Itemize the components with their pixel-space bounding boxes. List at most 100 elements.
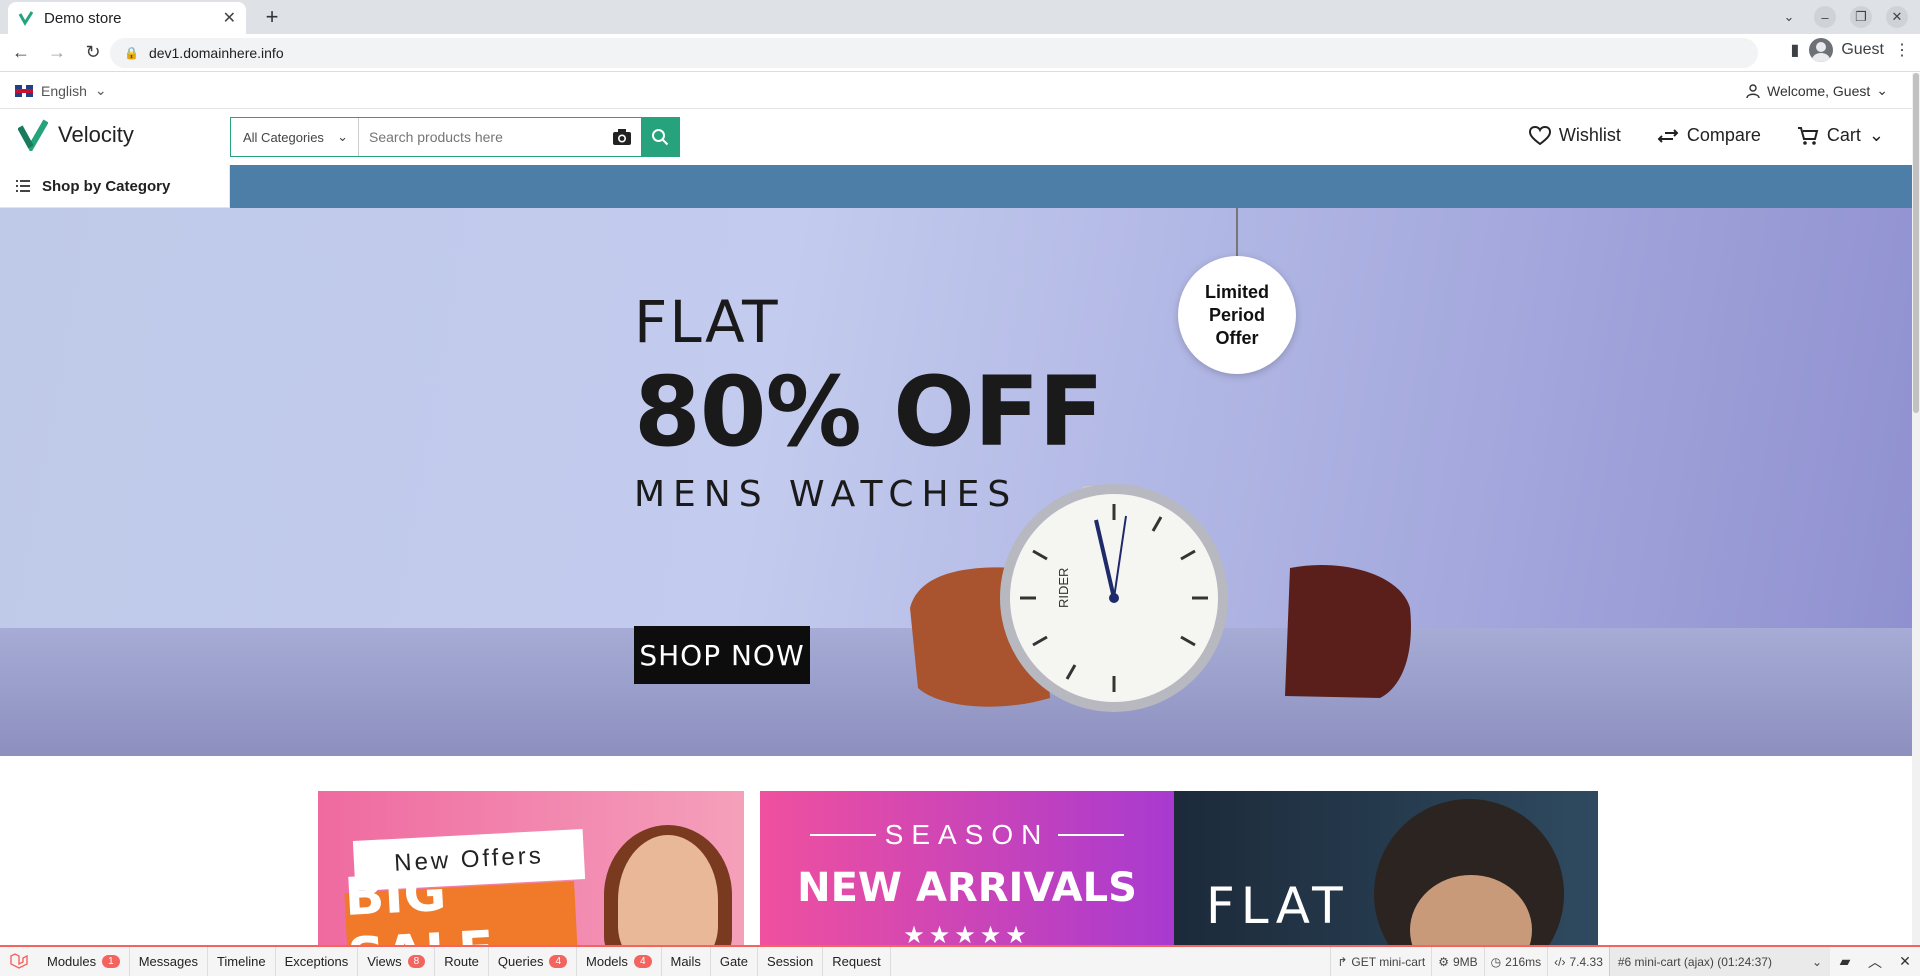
address-bar[interactable]: 🔒 dev1.domainhere.info <box>110 38 1758 68</box>
browser-tab[interactable]: Demo store ✕ <box>8 2 246 34</box>
top-utility-bar: English ⌄ Welcome, Guest ⌄ <box>0 73 1912 109</box>
velocity-logo-icon <box>18 119 48 151</box>
lock-icon: 🔒 <box>124 46 139 60</box>
welcome-label: Welcome, Guest <box>1767 82 1871 99</box>
wishlist-label: Wishlist <box>1558 125 1621 145</box>
tag-string <box>1236 208 1238 258</box>
scrollbar-thumb[interactable] <box>1913 73 1919 413</box>
debugbar-tab-modules[interactable]: Modules 1 <box>38 947 130 976</box>
browser-tabstrip: Demo store ✕ + ⌄ – ❐ ✕ <box>0 0 1920 34</box>
profile-label: Guest <box>1841 41 1884 58</box>
debugbar-tab-models[interactable]: Models 4 <box>577 947 662 976</box>
forward-icon[interactable]: → <box>42 38 72 68</box>
debugbar-count-badge: 8 <box>407 955 426 968</box>
category-nav-bar: Shop by Category <box>0 165 1912 208</box>
debugbar-tab-request[interactable]: Request <box>823 947 891 976</box>
store-logo[interactable]: Velocity <box>18 119 134 151</box>
debugbar-tab-label: Queries <box>497 954 544 969</box>
debugbar-route: ↱ GET mini-cart <box>1330 947 1431 976</box>
camera-search-icon[interactable] <box>603 118 641 156</box>
compare-label: Compare <box>1686 125 1761 145</box>
banner2-subtitle: SEASON <box>884 819 1050 850</box>
wishlist-link[interactable]: Wishlist <box>1528 125 1621 146</box>
cart-icon <box>1797 126 1819 145</box>
search-icon <box>652 129 669 146</box>
promo-banner-big-sale[interactable]: New Offers BIG SALE <box>318 791 744 945</box>
browser-menu-icon[interactable]: ⋮ <box>1894 40 1910 60</box>
url-text: dev1.domainhere.info <box>148 45 284 61</box>
side-panel-icon[interactable]: ▮ <box>1791 40 1800 60</box>
menu-list-icon <box>16 180 30 192</box>
debugbar-tab-views[interactable]: Views 8 <box>358 947 436 976</box>
debugbar-tab-route[interactable]: Route <box>435 947 489 976</box>
profile-button[interactable]: Guest <box>1809 38 1884 62</box>
promo-banner-new-arrivals[interactable]: SEASON NEW ARRIVALS ★★★★★ <box>760 791 1174 945</box>
promo-banner-kids[interactable]: FLAT <box>1174 791 1598 945</box>
tag-line-2: Period <box>1208 304 1265 325</box>
chevron-down-icon: ⌄ <box>1868 125 1884 145</box>
page-viewport: English ⌄ Welcome, Guest ⌄ Velocity All … <box>0 73 1920 945</box>
tab-close-icon[interactable]: ✕ <box>223 8 236 28</box>
cart-label: Cart <box>1826 125 1861 145</box>
debugbar-tab-exceptions[interactable]: Exceptions <box>276 947 359 976</box>
limited-offer-tag: Limited Period Offer <box>1178 256 1296 374</box>
category-select[interactable]: All Categories ⌄ <box>231 118 359 156</box>
compare-link[interactable]: Compare <box>1657 125 1761 146</box>
debugbar-tab-label: Models <box>586 954 628 969</box>
watch-image: RIDER <box>910 484 1411 712</box>
search-button[interactable] <box>641 118 679 156</box>
shop-by-category-label: Shop by Category <box>42 177 171 195</box>
laravel-logo-icon[interactable] <box>0 947 38 976</box>
tab-title: Demo store <box>44 9 122 27</box>
chevron-down-icon: ⌄ <box>94 82 107 98</box>
memory-text: 9MB <box>1452 954 1478 969</box>
account-menu[interactable]: Welcome, Guest ⌄ <box>1745 82 1888 99</box>
heart-icon <box>1528 125 1551 145</box>
language-selector[interactable]: English ⌄ <box>15 82 107 99</box>
page-scrollbar[interactable] <box>1912 73 1920 945</box>
debugbar-tab-timeline[interactable]: Timeline <box>208 947 276 976</box>
debugbar-time: ◷ 216ms <box>1483 947 1548 976</box>
velocity-favicon-icon <box>18 11 34 26</box>
debugbar-tab-messages[interactable]: Messages <box>130 947 208 976</box>
search-bar: All Categories ⌄ <box>230 117 680 157</box>
reload-icon[interactable]: ↻ <box>78 38 108 68</box>
close-window-icon[interactable]: ✕ <box>1886 6 1908 28</box>
debugbar-tab-gate[interactable]: Gate <box>711 947 759 976</box>
chevron-down-icon: ⌄ <box>1811 954 1822 969</box>
debugbar-tab-label: Gate <box>719 954 749 969</box>
hero-banner[interactable]: Limited Period Offer FLAT 80% OFF MENS W… <box>0 208 1912 756</box>
shop-now-button[interactable]: SHOP NOW <box>634 626 810 684</box>
back-icon[interactable]: ← <box>6 38 36 68</box>
debugbar-tab-label: Timeline <box>216 954 266 969</box>
restore-icon[interactable]: ❐ <box>1850 6 1872 28</box>
debugbar-php: ‹/› 7.4.33 <box>1547 947 1609 976</box>
shop-by-category-button[interactable]: Shop by Category <box>0 165 230 208</box>
open-folder-icon[interactable]: ▰ <box>1830 947 1860 976</box>
compare-icon <box>1657 128 1679 143</box>
clock-icon: ◷ <box>1490 954 1502 969</box>
minimize-icon[interactable]: – <box>1814 6 1836 28</box>
debugbar-tab-label: Messages <box>138 954 198 969</box>
debugbar-tab-label: Modules <box>47 954 97 969</box>
uk-flag-icon <box>15 84 33 97</box>
cart-link[interactable]: Cart ⌄ <box>1797 125 1884 146</box>
debugbar-tab-session[interactable]: Session <box>758 947 824 976</box>
avatar-icon <box>1809 38 1834 62</box>
watch-brand-text: RIDER <box>1056 568 1071 608</box>
header-links: Wishlist Compare Cart ⌄ <box>1528 125 1884 146</box>
maximize-debugbar-icon[interactable]: ︿ <box>1860 947 1890 976</box>
request-text: #6 mini-cart (ajax) (01:24:37) <box>1617 954 1772 969</box>
debugbar-memory: ⚙ 9MB <box>1431 947 1483 976</box>
logo-text: Velocity <box>58 122 134 147</box>
search-input[interactable] <box>359 118 603 156</box>
browser-toolbar: ← → ↻ 🔒 dev1.domainhere.info ▮ Guest ⋮ <box>0 34 1920 72</box>
debugbar-tab-mails[interactable]: Mails <box>662 947 711 976</box>
tab-search-icon[interactable]: ⌄ <box>1778 6 1800 28</box>
toolbar-right: ▮ Guest ⋮ <box>1791 38 1910 62</box>
close-debugbar-icon[interactable]: ✕ <box>1890 947 1920 976</box>
new-tab-icon[interactable]: + <box>258 4 286 32</box>
share-icon: ↱ <box>1337 954 1348 969</box>
debugbar-tab-queries[interactable]: Queries 4 <box>489 947 578 976</box>
request-select[interactable]: #6 mini-cart (ajax) (01:24:37) ⌄ <box>1608 947 1830 976</box>
